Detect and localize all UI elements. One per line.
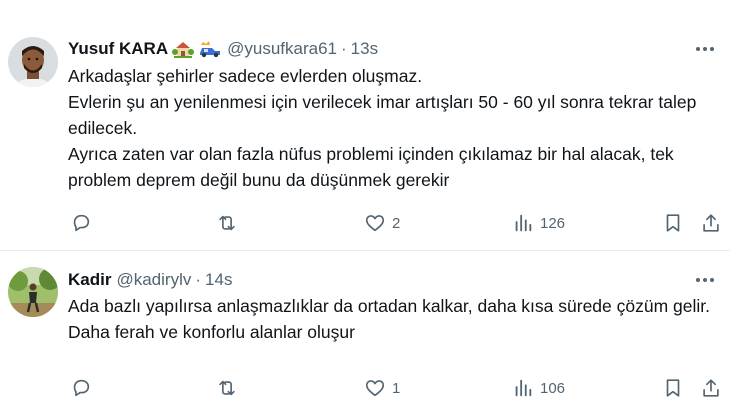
share-icon xyxy=(703,379,719,397)
reply-button[interactable] xyxy=(70,212,98,234)
heart-icon xyxy=(365,380,385,397)
view-count: 106 xyxy=(540,379,566,397)
reply-icon xyxy=(73,379,90,397)
retweet-icon xyxy=(219,215,235,231)
bookmark-button[interactable] xyxy=(662,377,684,399)
more-dots-icon xyxy=(696,278,714,282)
tweet[interactable]: Yusuf KARA @yusufkara61 · 13s Arkadaşlar… xyxy=(0,0,730,251)
tweet-actions: 2 126 xyxy=(68,211,724,235)
tweet-text-line: Evlerin şu an yenilenmesi için verilecek… xyxy=(68,92,697,138)
tweet-header: Kadir @kadirylv · 14s xyxy=(68,268,670,292)
more-dots-icon xyxy=(696,47,714,51)
share-icon xyxy=(703,214,719,232)
like-button[interactable]: 2 xyxy=(364,212,400,234)
retweet-button[interactable] xyxy=(216,377,244,399)
tweet-text-line: Ayrıca zaten var olan fazla nüfus proble… xyxy=(68,144,674,190)
view-count: 126 xyxy=(540,214,566,232)
reply-button[interactable] xyxy=(70,377,98,399)
tweet-actions: 1 106 xyxy=(68,376,724,400)
more-options-button[interactable] xyxy=(694,38,716,60)
user-handle[interactable]: @yusufkara61 xyxy=(227,39,337,59)
retweet-icon xyxy=(219,380,235,396)
reply-icon xyxy=(73,214,90,232)
analytics-icon xyxy=(515,214,532,232)
house-with-garden-icon xyxy=(172,39,195,59)
bookmark-button[interactable] xyxy=(662,212,684,234)
separator-dot: · xyxy=(341,39,347,58)
separator-dot: · xyxy=(195,270,202,289)
tweet-text-line: Ada bazlı yapılırsa anlaşmazlıklar da or… xyxy=(68,296,711,342)
like-button[interactable]: 1 xyxy=(364,377,400,399)
avatar[interactable] xyxy=(8,37,58,87)
analytics-icon xyxy=(515,379,532,397)
tweet-text: Arkadaşlar şehirler sadece evlerden oluş… xyxy=(68,63,724,193)
avatar[interactable] xyxy=(8,267,58,317)
heart-icon xyxy=(365,215,385,232)
tweet[interactable]: Kadir @kadirylv · 14s Ada bazlı yapılırs… xyxy=(0,251,730,420)
display-name[interactable]: Kadir xyxy=(68,270,111,290)
display-name[interactable]: Yusuf KARA xyxy=(68,39,168,59)
more-options-button[interactable] xyxy=(694,269,716,291)
timestamp[interactable]: 14s xyxy=(205,270,232,290)
like-count: 1 xyxy=(392,379,401,397)
bookmark-icon xyxy=(666,214,680,232)
tweet-text-line: Arkadaşlar şehirler sadece evlerden oluş… xyxy=(68,66,423,86)
tweet-header: Yusuf KARA @yusufkara61 · 13s xyxy=(68,37,670,61)
user-handle[interactable]: @kadirylv xyxy=(116,270,191,290)
like-count: 2 xyxy=(392,214,401,232)
views-button[interactable]: 126 xyxy=(512,212,565,234)
avatar-photo xyxy=(8,37,58,87)
views-button[interactable]: 106 xyxy=(512,377,565,399)
timestamp[interactable]: 13s xyxy=(351,39,378,59)
bookmark-icon xyxy=(666,379,680,397)
car-crash-icon xyxy=(198,39,222,59)
tweet-text: Ada bazlı yapılırsa anlaşmazlıklar da or… xyxy=(68,293,724,345)
avatar-photo xyxy=(8,267,58,317)
retweet-button[interactable] xyxy=(216,212,244,234)
share-button[interactable] xyxy=(700,377,722,399)
share-button[interactable] xyxy=(700,212,722,234)
